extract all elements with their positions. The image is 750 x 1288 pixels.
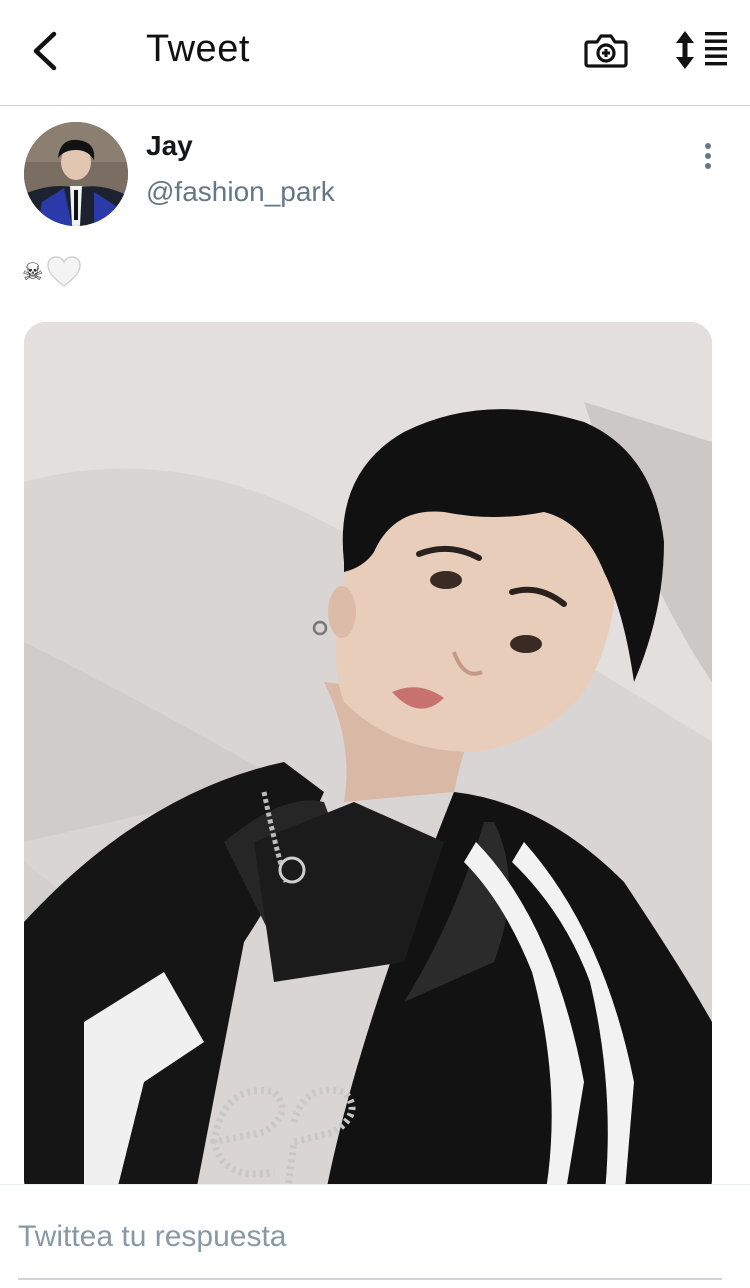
page-title: Tweet [146,28,250,70]
avatar[interactable] [24,122,128,226]
white-heart-icon [46,256,81,287]
photo-content [24,322,712,1202]
camera-add-icon [584,34,628,68]
tweet-detail-screen: Tweet Jay @fashion_park ☠ Twittea tu res… [0,0,750,1288]
author-display-name[interactable]: Jay [146,130,193,162]
reply-divider [18,1278,722,1280]
more-options-button[interactable] [694,140,722,174]
tweet-photo[interactable] [24,322,712,1202]
reply-bar [0,1184,750,1288]
top-bar: Tweet [0,0,750,106]
skull-emoji: ☠ [22,258,44,286]
sort-list-icon [676,31,727,69]
chevron-left-icon [33,31,57,71]
more-vertical-icon [694,143,722,169]
camera-button[interactable] [584,30,628,70]
avatar-photo [24,122,128,226]
reply-input[interactable] [18,1215,718,1259]
sort-button[interactable] [675,30,729,70]
author-handle[interactable]: @fashion_park [146,176,335,208]
back-button[interactable] [28,28,64,74]
tweet-text: ☠ [22,252,82,292]
